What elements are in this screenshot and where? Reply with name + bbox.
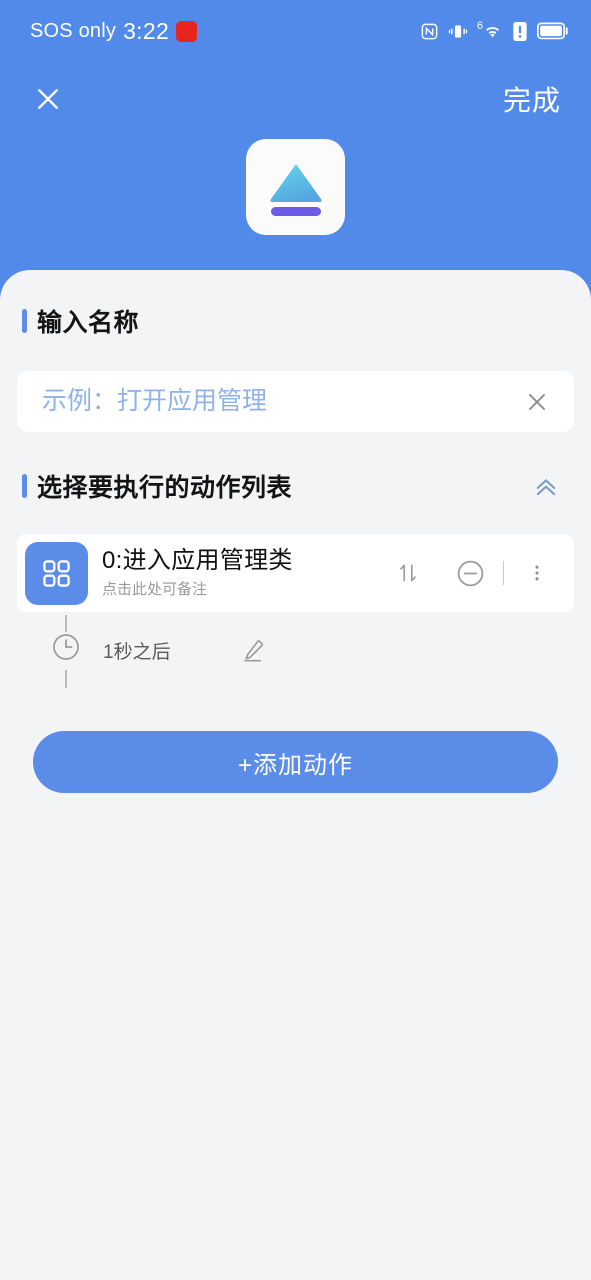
clear-input-button[interactable]: [517, 382, 557, 422]
status-bar: SOS only 3:22 6: [0, 0, 591, 62]
clock-icon[interactable]: [49, 630, 83, 664]
add-action-button[interactable]: +添加动作: [33, 731, 558, 793]
carrier-label: SOS only: [30, 19, 117, 42]
alert-icon: [512, 21, 528, 41]
wifi-6-icon: 6: [477, 21, 503, 41]
status-bar-left: SOS only 3:22: [30, 17, 198, 45]
alarm-badge-icon: [176, 20, 198, 42]
action-item-title: 0:进入应用管理类: [102, 546, 293, 574]
heading-accent-bar: [22, 474, 27, 498]
phone-screen: SOS only 3:22 6 完成 输入名称 示例：打开应用管理 选择要执行的…: [0, 0, 591, 1280]
name-input[interactable]: [42, 387, 517, 416]
status-bar-right: 6: [420, 21, 569, 41]
delay-label: 1秒之后: [103, 642, 171, 663]
name-section-header: 输入名称: [0, 303, 591, 339]
eject-app-icon: [269, 164, 322, 216]
app-icon-tile: [246, 139, 345, 235]
more-vertical-icon[interactable]: [516, 548, 558, 598]
connector-line-bottom: [65, 670, 67, 688]
close-button[interactable]: [25, 76, 71, 122]
name-heading-group: 输入名称: [22, 303, 139, 339]
status-clock: 3:22: [123, 17, 170, 44]
action-delay-row: 1秒之后: [17, 615, 574, 688]
nfc-icon: [420, 22, 439, 41]
top-action-bar: 完成: [0, 62, 591, 136]
action-item-texts: 0:进入应用管理类 点击此处可备注: [102, 547, 387, 600]
done-button[interactable]: 完成: [495, 75, 569, 123]
sort-updown-icon[interactable]: [387, 548, 429, 598]
collapse-actions-button[interactable]: [523, 463, 569, 509]
action-item-subtitle[interactable]: 点击此处可备注: [102, 578, 387, 599]
action-heading-group: 选择要执行的动作列表: [22, 468, 292, 504]
action-list-item[interactable]: 0:进入应用管理类 点击此处可备注: [17, 534, 574, 612]
minus-circle-icon[interactable]: [449, 548, 491, 598]
action-item-tools: [387, 548, 558, 598]
pencil-icon[interactable]: [231, 628, 275, 672]
tools-divider: [503, 561, 504, 585]
heading-accent-bar: [22, 309, 27, 333]
grid-apps-icon[interactable]: [25, 541, 88, 605]
action-section-title: 选择要执行的动作列表: [37, 474, 293, 502]
name-input-box[interactable]: [17, 371, 574, 432]
vibrate-icon: [448, 22, 468, 41]
name-section-title: 输入名称: [37, 309, 140, 337]
action-section-header: 选择要执行的动作列表: [0, 466, 591, 506]
battery-icon: [537, 22, 569, 40]
